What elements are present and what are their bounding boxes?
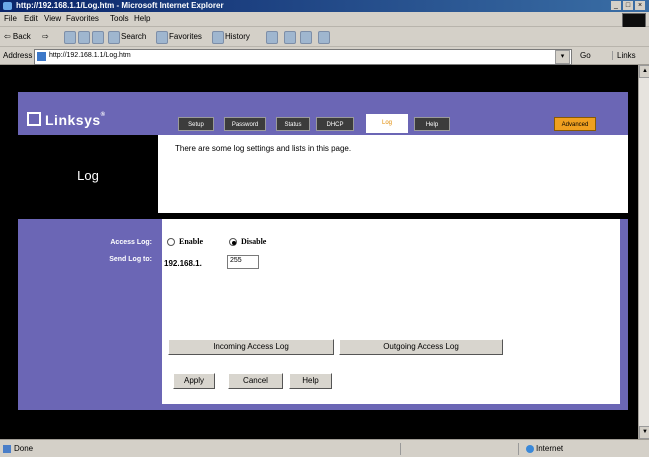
status-text: Done <box>14 444 34 453</box>
print-icon[interactable] <box>284 31 296 44</box>
home-icon[interactable] <box>92 31 104 44</box>
menu-favorites[interactable]: Favorites <box>66 14 99 23</box>
minimize-button[interactable]: _ <box>611 1 621 10</box>
menu-view[interactable]: View <box>44 14 61 23</box>
page-done-icon <box>3 445 11 453</box>
access-log-disable-radio[interactable] <box>229 238 237 246</box>
send-log-label: Send Log to: <box>109 256 152 263</box>
address-label: Address <box>3 51 33 60</box>
maximize-button[interactable]: □ <box>623 1 633 10</box>
window-titlebar: http://192.168.1.1/Log.htm - Microsoft I… <box>0 0 649 12</box>
edit-icon[interactable] <box>300 31 312 44</box>
windows-logo-icon <box>622 13 646 28</box>
page-icon <box>37 52 46 61</box>
help-button[interactable]: Help <box>289 373 332 389</box>
page-description: There are some log settings and lists in… <box>175 144 352 153</box>
menu-bar: File Edit View Favorites Tools Help <box>0 12 649 28</box>
linksys-mark-icon <box>27 112 41 126</box>
menu-file[interactable]: File <box>4 14 17 23</box>
vertical-scrollbar[interactable]: ▲ ▼ <box>638 65 649 439</box>
access-log-enable-radio[interactable] <box>167 238 175 246</box>
refresh-icon[interactable] <box>78 31 90 44</box>
window-title: http://192.168.1.1/Log.htm - Microsoft I… <box>16 1 224 10</box>
address-bar: Address http://192.168.1.1/Log.htm ▾ Go … <box>0 47 649 65</box>
status-separator <box>518 443 519 455</box>
ip-prefix: 192.168.1. <box>164 259 202 268</box>
disable-label: Disable <box>241 237 267 246</box>
tab-password[interactable]: Password <box>224 117 266 131</box>
close-button[interactable]: × <box>635 1 645 10</box>
discuss-icon[interactable] <box>318 31 330 44</box>
status-bar: Done Internet <box>0 439 649 457</box>
tab-dhcp[interactable]: DHCP <box>316 117 354 131</box>
security-zone: Internet <box>536 444 564 453</box>
scroll-up-button[interactable]: ▲ <box>639 65 649 78</box>
tab-status[interactable]: Status <box>276 117 310 131</box>
scroll-down-button[interactable]: ▼ <box>639 426 649 439</box>
tab-help[interactable]: Help <box>414 117 450 131</box>
enable-label: Enable <box>179 237 204 246</box>
toolbar: ⇦ Back ⇨ Search Favorites History <box>0 27 649 47</box>
links-button[interactable]: Links <box>612 51 636 60</box>
address-url: http://192.168.1.1/Log.htm <box>49 52 131 59</box>
linksys-logo: Linksys® <box>27 112 157 132</box>
tab-advanced[interactable]: Advanced <box>554 117 596 131</box>
ip-last-octet-input[interactable]: 255 <box>227 255 259 269</box>
access-log-label: Access Log: <box>110 239 152 246</box>
incoming-access-log-button[interactable]: Incoming Access Log <box>168 339 334 355</box>
window-controls: _ □ × <box>611 1 645 10</box>
go-button[interactable]: Go <box>580 51 591 60</box>
outgoing-access-log-button[interactable]: Outgoing Access Log <box>339 339 503 355</box>
page-title: Log <box>77 168 99 183</box>
apply-button[interactable]: Apply <box>173 373 215 389</box>
search-button[interactable]: Search <box>121 32 146 41</box>
history-button[interactable]: History <box>225 32 250 41</box>
back-button[interactable]: ⇦ Back <box>4 32 31 41</box>
search-icon <box>108 31 120 44</box>
tab-log[interactable]: Log <box>366 114 408 133</box>
favorites-icon <box>156 31 168 44</box>
menu-tools[interactable]: Tools <box>110 14 129 23</box>
menu-edit[interactable]: Edit <box>24 14 38 23</box>
forward-button[interactable]: ⇨ <box>42 32 49 41</box>
favorites-button[interactable]: Favorites <box>169 32 202 41</box>
stop-icon[interactable] <box>64 31 76 44</box>
address-dropdown-button[interactable]: ▾ <box>555 50 570 64</box>
ie-icon <box>3 2 12 10</box>
address-input[interactable]: http://192.168.1.1/Log.htm <box>34 49 572 65</box>
cancel-button[interactable]: Cancel <box>228 373 283 389</box>
menu-help[interactable]: Help <box>134 14 150 23</box>
tab-setup[interactable]: Setup <box>178 117 214 131</box>
status-separator <box>400 443 401 455</box>
internet-zone-icon <box>526 445 534 453</box>
history-icon <box>212 31 224 44</box>
mail-icon[interactable] <box>266 31 278 44</box>
